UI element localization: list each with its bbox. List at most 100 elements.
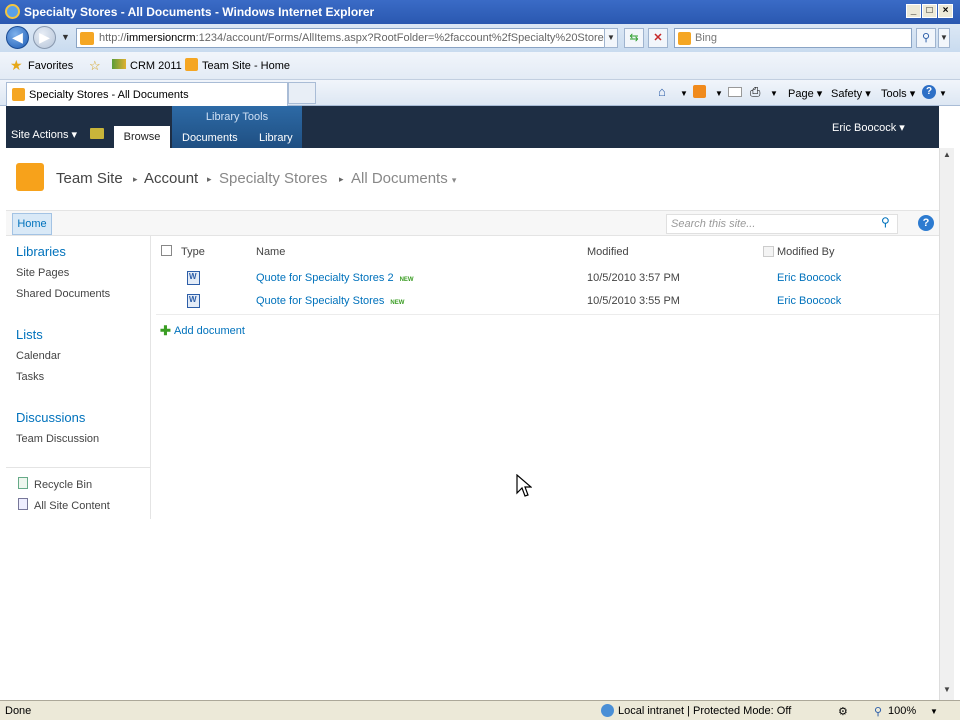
window-title: Specialty Stores - All Documents - Windo… <box>24 5 375 19</box>
nav-site-pages[interactable]: Site Pages <box>16 267 69 279</box>
add-document-link[interactable]: Add document <box>174 325 245 337</box>
new-tab-button[interactable] <box>288 82 316 104</box>
site-actions-label: Site Actions <box>11 129 69 141</box>
ie-logo-icon <box>5 4 20 19</box>
column-modified-by[interactable]: Modified By <box>777 246 834 258</box>
view-selector[interactable]: All Documents ▾ <box>351 170 456 187</box>
breadcrumb-separator-icon: ▸ <box>339 174 344 184</box>
security-zone[interactable]: Local intranet | Protected Mode: Off <box>618 705 791 717</box>
feeds-icon[interactable] <box>693 85 706 98</box>
crm-icon <box>112 59 126 69</box>
breadcrumb-account[interactable]: Account <box>144 170 198 187</box>
nav-lists-heading[interactable]: Lists <box>16 327 43 342</box>
forward-button[interactable]: ▶ <box>33 26 56 49</box>
close-window-button[interactable]: × <box>938 4 953 18</box>
minimize-button[interactable]: _ <box>906 4 921 18</box>
maximize-button[interactable]: □ <box>922 4 937 18</box>
site-search-input[interactable]: Search this site... <box>666 214 898 234</box>
document-name-link[interactable]: Quote for Specialty Stores NEW <box>256 295 404 307</box>
search-options-dropdown-icon[interactable]: ▼ <box>938 28 950 48</box>
breadcrumb-separator-icon: ▸ <box>133 174 138 184</box>
nav-libraries-heading[interactable]: Libraries <box>16 244 66 259</box>
favorite-crm-2011[interactable]: CRM 2011 <box>130 60 182 72</box>
status-text: Done <box>5 705 32 717</box>
nav-calendar[interactable]: Calendar <box>16 350 61 362</box>
zoom-dropdown-icon[interactable]: ▼ <box>930 707 938 716</box>
protected-mode-icon[interactable]: ⚙ <box>838 705 848 718</box>
breadcrumb-team-site[interactable]: Team Site <box>56 170 123 187</box>
word-doc-icon[interactable] <box>187 271 200 285</box>
page-scrollbar[interactable]: ▲ ▼ <box>939 148 954 700</box>
tab-favicon-icon <box>12 88 25 101</box>
nav-recycle-bin[interactable]: Recycle Bin <box>34 479 92 491</box>
search-placeholder: Bing <box>695 32 718 44</box>
favorite-team-site-home[interactable]: Team Site - Home <box>202 60 290 72</box>
stop-icon[interactable]: ✕ <box>648 28 668 48</box>
title-area: Team Site ▸ Account ▸ Specialty Stores ▸… <box>6 148 939 210</box>
tab-browse[interactable]: Browse <box>114 126 170 148</box>
recent-pages-dropdown-icon[interactable]: ▼ <box>61 32 70 42</box>
address-toolbar: ◀ ▶ ▼ http://immersioncrm:1234/account/F… <box>0 24 960 52</box>
topnav-home[interactable]: Home <box>12 213 52 235</box>
scroll-down-icon[interactable]: ▼ <box>940 685 954 697</box>
home-dropdown-icon[interactable]: ▼ <box>680 89 688 98</box>
library-tools-label: Library Tools <box>205 111 269 123</box>
quick-launch: Libraries Site Pages Shared Documents Li… <box>6 236 151 519</box>
tab-documents[interactable]: Documents <box>182 132 238 144</box>
add-favorites-icon[interactable]: ☆ <box>89 58 101 74</box>
tab-specialty-stores[interactable]: Specialty Stores - All Documents <box>6 82 288 106</box>
sharepoint-help-icon[interactable]: ? <box>918 215 934 231</box>
feeds-dropdown-icon[interactable]: ▼ <box>715 89 723 98</box>
site-actions-menu[interactable]: Site Actions ▾ <box>11 128 77 141</box>
site-favicon-icon <box>80 32 94 45</box>
breadcrumb-separator-icon: ▸ <box>207 174 212 184</box>
site-search-icon[interactable]: ⚲ <box>881 215 890 229</box>
page-menu[interactable]: Page ▾ <box>788 87 822 100</box>
tools-menu[interactable]: Tools ▾ <box>881 87 915 100</box>
column-checkbox-icon <box>763 246 774 257</box>
nav-tasks[interactable]: Tasks <box>16 371 44 383</box>
recycle-bin-icon <box>18 477 28 489</box>
url-rest: :1234/account/Forms/AllItems.aspx?RootFo… <box>195 32 616 44</box>
nav-team-discussion[interactable]: Team Discussion <box>16 433 99 445</box>
sharepoint-ribbon: Library Tools Site Actions ▾ Browse Docu… <box>6 106 939 148</box>
modified-by-link[interactable]: Eric Boocock <box>777 295 841 307</box>
document-name-link[interactable]: Quote for Specialty Stores 2 NEW <box>256 272 414 284</box>
refresh-icon[interactable]: ⇆ <box>624 28 644 48</box>
home-icon[interactable]: ⌂ <box>658 84 666 99</box>
help-icon[interactable]: ? <box>922 85 936 99</box>
bing-search-input[interactable]: Bing <box>674 28 912 48</box>
zoom-level[interactable]: 100% <box>888 705 916 717</box>
add-icon[interactable]: ✚ <box>160 323 171 339</box>
select-all-checkbox[interactable] <box>161 245 172 256</box>
read-mail-icon[interactable] <box>728 87 742 97</box>
back-button[interactable]: ◀ <box>6 26 29 49</box>
nav-shared-documents[interactable]: Shared Documents <box>16 288 110 300</box>
user-menu[interactable]: Eric Boocock ▾ <box>832 121 905 134</box>
address-input[interactable]: http://immersioncrm:1234/account/Forms/A… <box>76 28 616 48</box>
nav-discussions-heading[interactable]: Discussions <box>16 410 85 425</box>
status-bar: Done Local intranet | Protected Mode: Of… <box>0 700 960 720</box>
tools-menu-label: Tools <box>881 88 907 100</box>
column-modified[interactable]: Modified <box>587 246 629 258</box>
safety-menu[interactable]: Safety ▾ <box>831 87 871 100</box>
modified-by-link[interactable]: Eric Boocock <box>777 272 841 284</box>
help-dropdown-icon[interactable]: ▼ <box>939 89 947 98</box>
column-name[interactable]: Name <box>256 246 285 258</box>
print-icon[interactable]: ⎙ <box>750 84 760 100</box>
new-badge: NEW <box>390 300 405 306</box>
navigate-up-icon[interactable] <box>90 128 104 139</box>
column-type[interactable]: Type <box>181 246 205 258</box>
print-dropdown-icon[interactable]: ▼ <box>770 89 778 98</box>
tab-library[interactable]: Library <box>259 132 293 144</box>
search-icon[interactable]: ⚲ <box>916 28 936 48</box>
favorites-button[interactable]: Favorites <box>28 60 73 72</box>
page-content: Team Site ▸ Account ▸ Specialty Stores ▸… <box>6 148 939 700</box>
document-name: Quote for Specialty Stores 2 <box>256 272 394 284</box>
nav-all-site-content[interactable]: All Site Content <box>34 500 110 512</box>
address-dropdown-button[interactable]: ▼ <box>604 28 618 48</box>
scroll-up-icon[interactable]: ▲ <box>940 150 954 162</box>
window-titlebar: Specialty Stores - All Documents - Windo… <box>0 0 960 24</box>
word-doc-icon[interactable] <box>187 294 200 308</box>
nav-divider <box>6 467 151 468</box>
